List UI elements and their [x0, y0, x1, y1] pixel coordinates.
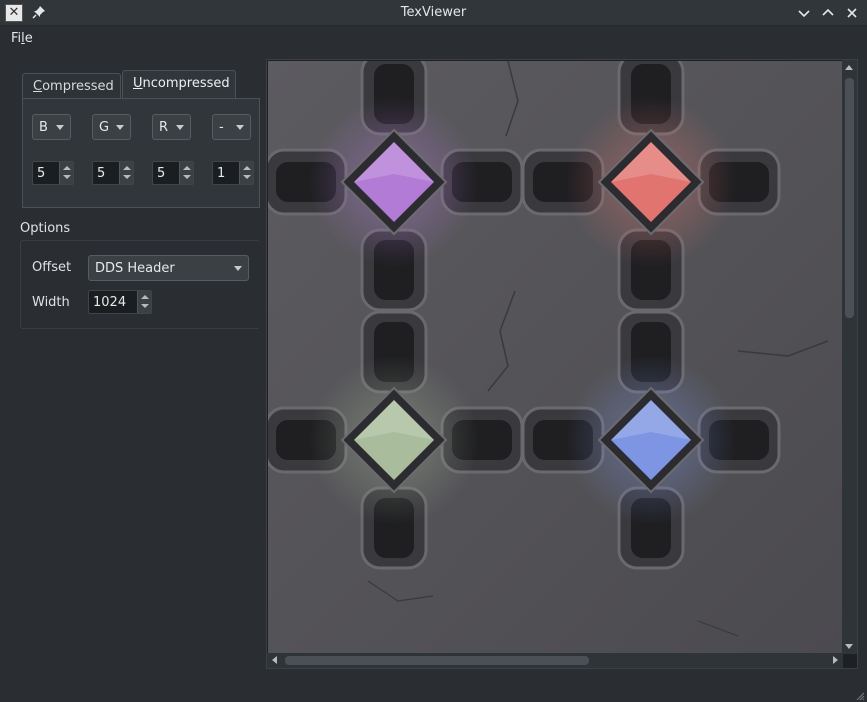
- offset-label: Offset: [32, 260, 72, 275]
- maximize-button[interactable]: [820, 5, 836, 21]
- tab-compressed[interactable]: Compressed: [22, 73, 121, 99]
- chevron-down-icon: [176, 125, 184, 130]
- resize-grip-icon[interactable]: [855, 690, 865, 701]
- chevron-down-icon: [56, 125, 64, 130]
- channel-panel: B G R - 5 5 5 1: [22, 98, 260, 208]
- options-title: Options: [20, 221, 71, 236]
- scroll-left-icon[interactable]: [272, 656, 277, 664]
- horizontal-scrollbar[interactable]: [267, 653, 843, 668]
- bits-spinbox-3[interactable]: 5: [152, 161, 194, 185]
- width-spinbox[interactable]: 1024: [88, 290, 152, 314]
- bits-spinbox-2[interactable]: 5: [92, 161, 134, 185]
- bits-spinbox-1[interactable]: 5: [32, 161, 74, 185]
- tab-uncompressed[interactable]: Uncompressed: [122, 70, 236, 99]
- bits-spinbox-4[interactable]: 1: [212, 161, 254, 185]
- channel-select-2[interactable]: G: [92, 114, 131, 140]
- chevron-down-icon: [116, 125, 124, 130]
- window-title: TexViewer: [400, 5, 467, 20]
- menu-bar: File: [0, 26, 867, 51]
- title-bar: ✕ TexViewer: [0, 0, 867, 26]
- menu-file[interactable]: File: [11, 31, 33, 46]
- channel-select-4[interactable]: -: [212, 114, 251, 140]
- chevron-down-icon: [234, 266, 242, 271]
- texture-canvas: [268, 61, 843, 654]
- width-label: Width: [32, 295, 70, 310]
- vertical-scrollbar[interactable]: [842, 60, 857, 654]
- channel-select-3[interactable]: R: [152, 114, 191, 140]
- close-button[interactable]: [844, 5, 860, 21]
- offset-select[interactable]: DDS Header: [88, 255, 249, 281]
- texture-viewer[interactable]: [266, 59, 858, 669]
- options-group: Offset DDS Header Width 1024: [20, 240, 260, 329]
- scroll-down-icon[interactable]: [845, 644, 853, 649]
- scroll-up-icon[interactable]: [845, 65, 853, 70]
- vertical-scroll-handle[interactable]: [845, 78, 854, 318]
- minimize-button[interactable]: [796, 5, 812, 21]
- horizontal-scroll-handle[interactable]: [285, 656, 589, 665]
- chevron-down-icon: [236, 125, 244, 130]
- scroll-right-icon[interactable]: [833, 656, 838, 664]
- channel-select-1[interactable]: B: [32, 114, 71, 140]
